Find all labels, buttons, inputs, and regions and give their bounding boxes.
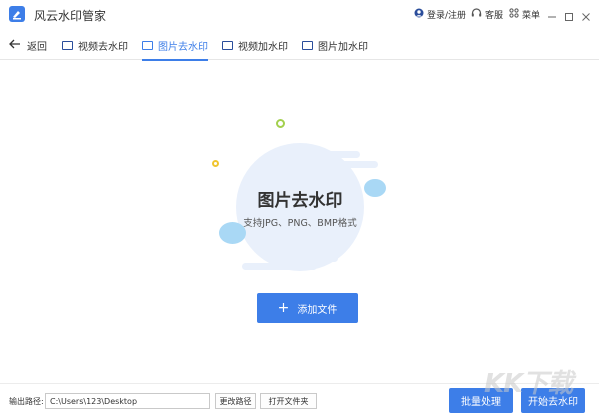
supported-formats-text: 支持JPG、PNG、BMP格式 [243,218,357,229]
back-arrow-icon [9,39,21,52]
image-icon [302,40,313,50]
decor-dot-green [276,119,285,128]
tab-video-add-watermark[interactable]: 视频加水印 [222,30,288,60]
plus-icon: + [277,300,290,316]
grid-menu-icon [509,8,519,21]
open-folder-button[interactable]: 打开文件夹 [260,393,317,409]
tab-label: 图片加水印 [318,41,368,53]
login-register-label: 登录/注册 [427,11,467,21]
menu-link[interactable]: 菜单 [509,8,540,21]
tab-label: 图片去水印 [158,41,208,53]
tab-label: 视频去水印 [78,41,128,53]
close-icon[interactable] [580,8,592,21]
site-watermark: KK下载 [484,369,573,399]
video-icon [222,40,233,50]
page-heading: 图片去水印 [257,191,343,211]
user-icon [414,8,424,21]
customer-service-link[interactable]: 客服 [471,8,503,21]
title-bar: 风云水印管家 登录/注册 客服 菜单 [0,0,599,30]
add-file-button[interactable]: + 添加文件 [257,293,358,323]
output-path-label: 输出路径: [9,397,44,406]
decor-bubble-right [364,179,386,197]
change-path-button[interactable]: 更改路径 [215,393,256,409]
login-register-link[interactable]: 登录/注册 [414,8,466,21]
customer-service-label: 客服 [485,11,504,21]
app-title: 风云水印管家 [34,9,107,23]
back-button[interactable]: 返回 [9,38,47,53]
output-path-input[interactable] [45,393,210,409]
video-icon [62,40,73,50]
menu-label: 菜单 [522,11,541,21]
tab-label: 视频加水印 [238,41,288,53]
headset-icon [471,8,482,21]
tab-image-add-watermark[interactable]: 图片加水印 [302,30,368,60]
maximize-icon[interactable] [563,8,575,21]
image-icon [142,40,153,50]
back-label: 返回 [27,42,47,53]
minimize-icon[interactable] [546,8,558,20]
tab-video-remove-watermark[interactable]: 视频去水印 [62,30,128,60]
add-file-label: 添加文件 [297,304,338,316]
navigation-bar: 返回 视频去水印 图片去水印 视频加水印 图片加水印 [0,30,599,61]
app-logo-icon [9,6,25,22]
decor-dot-yellow [212,160,219,167]
tab-image-remove-watermark[interactable]: 图片去水印 [142,30,208,61]
